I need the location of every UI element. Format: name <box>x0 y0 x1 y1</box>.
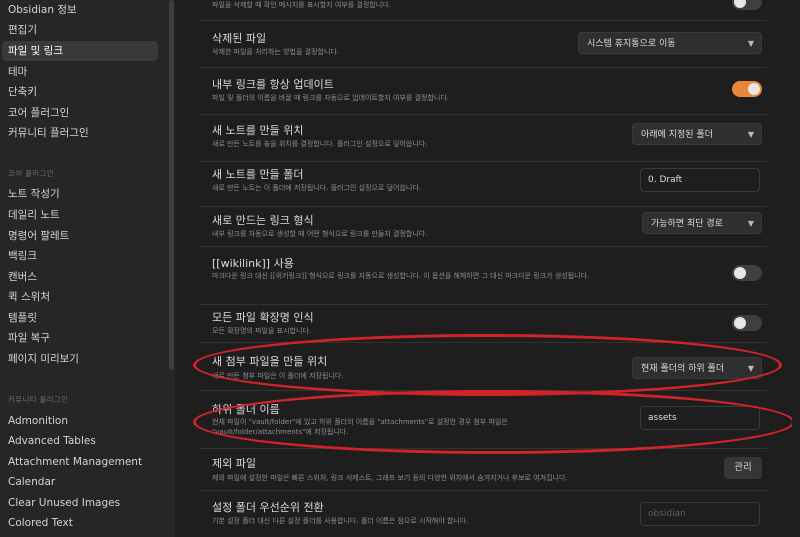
sidebar-item-command-palette[interactable]: 명령어 팔레트 <box>2 226 158 246</box>
sidebar-item-quick-switcher[interactable]: 퀵 스위처 <box>2 287 158 307</box>
settings-content: 파일을 삭제할 때 확인 메시지를 표시할지 여부를 결정합니다. 삭제된 파일… <box>175 0 800 537</box>
sidebar-item-attachment-management[interactable]: Attachment Management <box>2 452 158 472</box>
sidebar-item-files-links[interactable]: 파일 및 링크 <box>2 41 158 61</box>
setting-auto-update-links: 내부 링크를 항상 업데이트 파일 및 폴더의 이름을 바꿀 때 링크를 자동으… <box>200 67 767 115</box>
sidebar-item-file-recovery[interactable]: 파일 복구 <box>2 328 158 348</box>
setting-title: 삭제된 파일 <box>212 32 267 45</box>
sidebar-item-calendar[interactable]: Calendar <box>2 472 158 492</box>
setting-excluded-files: 제외 파일 제외 파일에 설정한 파일은 빠른 스위처, 링크 서제스트, 그래… <box>200 448 767 491</box>
auto-update-links-toggle[interactable] <box>732 81 762 97</box>
setting-desc: 현재 파일이 "vault/folder"에 있고 하위 폴더의 이름을 "at… <box>212 418 508 436</box>
setting-title: 하위 폴더 이름 <box>212 403 280 416</box>
setting-desc: 모든 확장명의 파일을 표시합니다. <box>212 327 312 335</box>
sidebar-item-about[interactable]: Obsidian 정보 <box>2 0 158 20</box>
sidebar-item-editor[interactable]: 편집기 <box>2 20 158 40</box>
config-folder-input[interactable]: obsidian <box>640 502 760 526</box>
setting-title: 내부 링크를 항상 업데이트 <box>212 78 334 91</box>
setting-title: [[wikilink]] 사용 <box>212 257 294 270</box>
sidebar-item-appearance[interactable]: 테마 <box>2 62 158 82</box>
wikilinks-toggle[interactable] <box>732 265 762 281</box>
detect-extensions-toggle[interactable] <box>732 315 762 331</box>
setting-title: 제외 파일 <box>212 457 256 470</box>
sidebar-item-backlinks[interactable]: 백링크 <box>2 246 158 266</box>
core-plugins-group-label: 코어 플러그인 <box>8 169 54 178</box>
confirm-delete-toggle[interactable] <box>732 0 762 10</box>
setting-new-note-location: 새 노트를 만들 위치 새로 만든 노트를 놓을 위치를 결정합니다. 플러그인… <box>200 114 767 162</box>
content-scrollbar[interactable] <box>792 0 800 537</box>
setting-desc: 제외 파일에 설정한 파일은 빠른 스위처, 링크 서제스트, 그래프 보기 등… <box>212 474 568 482</box>
setting-deleted-files: 삭제된 파일 삭제한 파일을 처리하는 방법을 결정합니다. 시스템 휴지통으로… <box>200 20 767 68</box>
new-note-folder-input[interactable]: 0. Draft <box>640 168 760 192</box>
attachment-location-dropdown[interactable]: 현재 폴더의 하위 폴더 ▼ <box>632 357 762 379</box>
setting-desc: 새로 만든 노트는 이 폴더에 저장됩니다. 플러그인 설정으로 덮어씁니다. <box>212 184 422 192</box>
new-note-location-dropdown[interactable]: 아래에 지정된 폴더 ▼ <box>632 123 762 145</box>
deleted-files-dropdown[interactable]: 시스템 휴지통으로 이동 ▼ <box>578 32 762 54</box>
subfolder-name-input[interactable]: assets <box>640 406 760 430</box>
dropdown-value: 아래에 지정된 폴더 <box>641 130 713 140</box>
sidebar-item-colored-text[interactable]: Colored Text <box>2 513 158 533</box>
setting-desc: 새로 만든 노트를 놓을 위치를 결정합니다. 플러그인 설정으로 덮어씁니다. <box>212 140 428 148</box>
setting-title: 새 노트를 만들 폴더 <box>212 168 304 181</box>
setting-subfolder-name: 하위 폴더 이름 현재 파일이 "vault/folder"에 있고 하위 폴더… <box>200 390 767 449</box>
community-plugins-group-label: 커뮤니티 플러그인 <box>8 395 69 404</box>
new-link-format-dropdown[interactable]: 가능하면 최단 경로 ▼ <box>642 212 762 234</box>
sidebar-scrollbar-thumb[interactable] <box>169 0 174 370</box>
setting-title: 모든 파일 확장명 인식 <box>212 311 314 324</box>
sidebar-item-hotkeys[interactable]: 단축키 <box>2 82 158 102</box>
setting-override-config-folder: 설정 폴더 우선순위 전환 기본 설정 폴더 대신 다른 설정 폴더를 사용합니… <box>200 490 767 537</box>
chevron-down-icon: ▼ <box>747 130 754 139</box>
sidebar-item-advanced-tables[interactable]: Advanced Tables <box>2 431 158 451</box>
setting-detect-all-extensions: 모든 파일 확장명 인식 모든 확장명의 파일을 표시합니다. <box>200 304 767 343</box>
setting-title: 새 노트를 만들 위치 <box>212 124 304 137</box>
dropdown-value: 가능하면 최단 경로 <box>651 219 723 229</box>
sidebar-item-note-composer[interactable]: 노트 작성기 <box>2 184 158 204</box>
chevron-down-icon: ▼ <box>747 39 754 48</box>
sidebar-item-core-plugins[interactable]: 코어 플러그인 <box>2 103 158 123</box>
setting-desc: 기본 설정 폴더 대신 다른 설정 폴더를 사용합니다. 폴더 이름은 점으로 … <box>212 517 469 525</box>
sidebar-item-community-plugins[interactable]: 커뮤니티 플러그인 <box>2 123 158 143</box>
sidebar-item-page-preview[interactable]: 페이지 미리보기 <box>2 349 158 369</box>
setting-title: 설정 폴더 우선순위 전환 <box>212 501 324 514</box>
setting-use-wikilinks: [[wikilink]] 사용 마크다운 링크 대신 [[위키링크]] 형식으로… <box>200 246 767 305</box>
sidebar-item-templates[interactable]: 템플릿 <box>2 308 158 328</box>
setting-new-note-folder: 새 노트를 만들 폴더 새로 만든 노트는 이 폴더에 저장됩니다. 플러그인 … <box>200 161 767 207</box>
sidebar-item-daily-notes[interactable]: 데일리 노트 <box>2 205 158 225</box>
settings-sidebar: Obsidian 정보 편집기 파일 및 링크 테마 단축키 코어 플러그인 커… <box>0 0 168 537</box>
setting-desc: 새로 만든 첨부 파일은 이 폴더에 저장됩니다. <box>212 372 344 380</box>
setting-desc: 파일 및 폴더의 이름을 바꿀 때 링크를 자동으로 업데이트할지 여부를 결정… <box>212 94 449 102</box>
dropdown-value: 현재 폴더의 하위 폴더 <box>641 364 725 374</box>
sidebar-item-clear-unused-images[interactable]: Clear Unused Images <box>2 493 158 513</box>
setting-desc: 파일을 삭제할 때 확인 메시지를 표시할지 여부를 결정합니다. <box>212 1 391 9</box>
setting-attachment-location: 새 첨부 파일을 만들 위치 새로 만든 첨부 파일은 이 폴더에 저장됩니다.… <box>200 342 767 391</box>
manage-excluded-files-button[interactable]: 관리 <box>724 457 762 479</box>
setting-desc: 내부 링크를 자동으로 생성할 때 어떤 형식으로 링크를 만들지 결정합니다. <box>212 230 428 238</box>
chevron-down-icon: ▼ <box>747 219 754 228</box>
sidebar-item-canvas[interactable]: 캔버스 <box>2 267 158 287</box>
setting-desc: 마크다운 링크 대신 [[위키링크]] 형식으로 링크를 자동으로 생성합니다.… <box>212 272 590 280</box>
sidebar-scrollbar[interactable] <box>168 0 175 537</box>
chevron-down-icon: ▼ <box>747 364 754 373</box>
dropdown-value: 시스템 휴지통으로 이동 <box>587 39 676 49</box>
setting-confirm-delete: 파일을 삭제할 때 확인 메시지를 표시할지 여부를 결정합니다. <box>200 0 767 20</box>
setting-title: 새 첨부 파일을 만들 위치 <box>212 355 328 368</box>
sidebar-item-admonition[interactable]: Admonition <box>2 411 158 431</box>
setting-title: 새로 만드는 링크 형식 <box>212 214 314 227</box>
setting-desc: 삭제한 파일을 처리하는 방법을 결정합니다. <box>212 48 340 56</box>
